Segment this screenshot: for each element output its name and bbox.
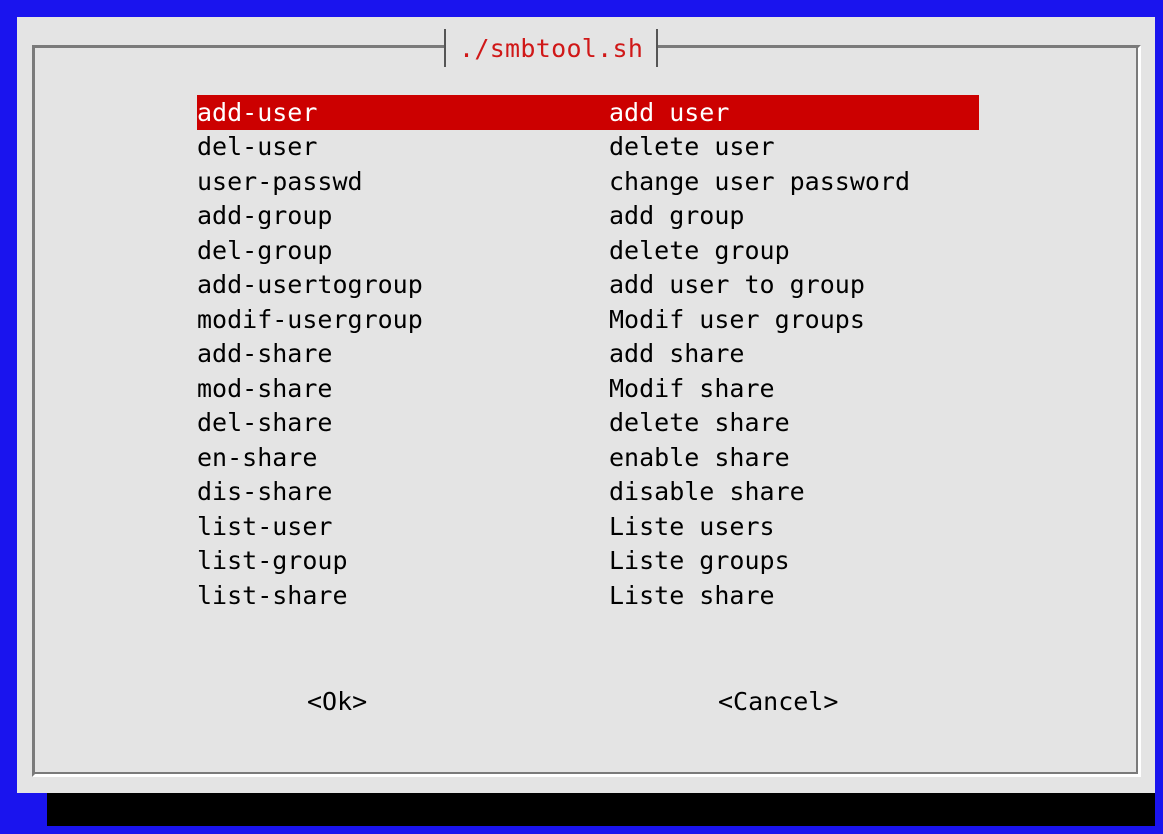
menu-item-description: Modif share <box>609 373 775 403</box>
menu-item-tag: del-user <box>197 132 318 162</box>
menu-item-tag: dis-share <box>197 477 333 507</box>
menu-item-tag: mod-share <box>197 373 333 403</box>
menu-item-tag: add-usertogroup <box>197 270 423 300</box>
menu-item-del-group[interactable]: del-group delete group <box>197 233 979 268</box>
menu-item-tag: en-share <box>197 442 318 472</box>
menu-item-dis-share[interactable]: dis-share disable share <box>197 475 979 510</box>
menu-item-description: add user to group <box>609 270 865 300</box>
menu-item-description: add share <box>609 339 745 369</box>
menu-item-user-passwd[interactable]: user-passwd change user password <box>197 164 979 199</box>
menu-list: add-user add user del-user delete user user-… <box>197 95 979 613</box>
menu-item-tag: add-group <box>197 201 333 231</box>
menu-item-add-share[interactable]: add-share add share <box>197 337 979 372</box>
menu-item-description: delete share <box>609 408 790 438</box>
menu-item-description: Liste share <box>609 580 775 610</box>
menu-item-tag: user-passwd <box>197 166 363 196</box>
menu-item-add-usertogroup[interactable]: add-usertogroup add user to group <box>197 268 979 303</box>
menu-item-description: enable share <box>609 442 790 472</box>
menu-item-add-user[interactable]: add-user add user <box>197 95 979 130</box>
menu-item-list-share[interactable]: list-share Liste share <box>197 578 979 613</box>
menu-item-description: add user <box>609 97 730 127</box>
menu-item-description: change user password <box>609 166 911 196</box>
dialog-shadow <box>47 793 1155 826</box>
menu-item-tag: list-group <box>197 546 348 576</box>
menu-item-tag: modif-usergroup <box>197 304 423 334</box>
dialog-window: ./smbtool.sh add-user add user del-user del… <box>17 17 1155 793</box>
menu-item-list-group[interactable]: list-group Liste groups <box>197 544 979 579</box>
menu-item-description: add group <box>609 201 745 231</box>
menu-item-description: Liste groups <box>609 546 790 576</box>
menu-item-tag: del-group <box>197 235 333 265</box>
menu-item-en-share[interactable]: en-share enable share <box>197 440 979 475</box>
menu-item-description: delete group <box>609 235 790 265</box>
menu-item-del-user[interactable]: del-user delete user <box>197 130 979 165</box>
menu-item-list-user[interactable]: list-user Liste users <box>197 509 979 544</box>
menu-item-mod-share[interactable]: mod-share Modif share <box>197 371 979 406</box>
menu-item-tag: add-share <box>197 339 333 369</box>
menu-item-tag: list-user <box>197 511 333 541</box>
menu-item-description: disable share <box>609 477 805 507</box>
dialog-title: ./smbtool.sh <box>459 33 644 63</box>
cancel-button[interactable]: <Cancel> <box>718 687 838 716</box>
menu-item-description: Liste users <box>609 511 775 541</box>
menu-item-tag: list-share <box>197 580 348 610</box>
ok-button[interactable]: <Ok> <box>307 687 367 716</box>
menu-item-description: Modif user groups <box>609 304 865 334</box>
menu-item-del-share[interactable]: del-share delete share <box>197 406 979 441</box>
menu-item-add-group[interactable]: add-group add group <box>197 199 979 234</box>
menu-item-tag: add-user <box>197 97 318 127</box>
menu-item-description: delete user <box>609 132 775 162</box>
dialog-title-box: ./smbtool.sh <box>444 29 659 67</box>
menu-item-modif-usergroup[interactable]: modif-usergroup Modif user groups <box>197 302 979 337</box>
menu-item-tag: del-share <box>197 408 333 438</box>
